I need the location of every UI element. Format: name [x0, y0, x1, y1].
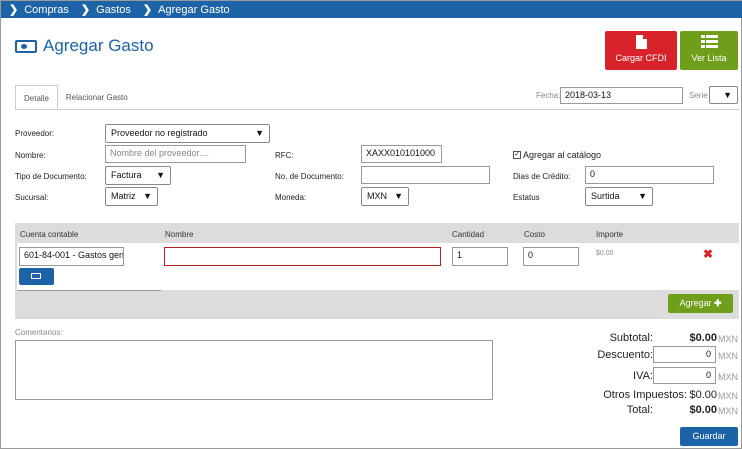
tipo-documento-label: Tipo de Documento: [15, 172, 87, 181]
catalog-lookup-button[interactable] [19, 268, 54, 285]
descuento-label: Descuento: [597, 349, 653, 361]
list-icon [700, 35, 718, 48]
caret-down-icon: ▼ [143, 191, 152, 201]
item-nombre-input[interactable] [164, 247, 441, 266]
descuento-input[interactable]: 0 [653, 346, 716, 363]
agregar-catalogo-checkbox[interactable]: ✓ [513, 151, 521, 159]
estatus-value: Surtida [591, 191, 620, 201]
ver-lista-label: Ver Lista [691, 53, 727, 63]
proveedor-value: Proveedor no registrado [111, 128, 208, 138]
otros-impuestos-label: Otros Impuestos: [603, 389, 687, 401]
agregar-button[interactable]: Agregar ✚ [668, 294, 733, 313]
moneda-select[interactable]: MXN ▼ [361, 187, 409, 206]
otros-impuestos-value: $0.00 [689, 389, 717, 401]
total-value: $0.00 [689, 404, 717, 416]
money-icon [15, 39, 37, 53]
col-header-cantidad: Cantidad [452, 230, 485, 239]
dias-credito-input[interactable]: 0 [585, 166, 714, 184]
rfc-input[interactable]: XAXX010101000 [361, 145, 442, 163]
guardar-button[interactable]: Guardar [680, 427, 738, 446]
breadcrumb: ❯ Compras ❯ Gastos ❯ Agregar Gasto [1, 1, 742, 18]
agregar-catalogo-label: Agregar al catálogo [523, 150, 602, 160]
proveedor-label: Proveedor: [15, 129, 55, 138]
tipo-documento-select[interactable]: Factura ▼ [105, 166, 171, 185]
iva-currency: MXN [718, 372, 738, 382]
serie-label: Serie [689, 91, 708, 100]
tab-detalle[interactable]: Detalle [15, 85, 58, 110]
moneda-value: MXN [367, 191, 387, 201]
total-currency: MXN [718, 406, 738, 416]
plus-icon: ✚ [714, 298, 722, 308]
caret-down-icon: ▼ [723, 90, 732, 100]
no-documento-label: No. de Documento: [275, 172, 344, 181]
chevron-right-icon: ❯ [80, 4, 91, 16]
costo-input[interactable]: 0 [523, 247, 579, 266]
tab-relacionar-gasto[interactable]: Relacionar Gasto [58, 85, 136, 110]
cargar-cfdi-button[interactable]: Cargar CFDI [605, 31, 677, 70]
sucursal-value: Matriz [111, 191, 136, 201]
window-frame: ❯ Compras ❯ Gastos ❯ Agregar Gasto Agreg… [0, 0, 742, 449]
descuento-currency: MXN [718, 351, 738, 361]
cantidad-input[interactable]: 1 [452, 247, 508, 266]
iva-label: IVA: [633, 370, 653, 382]
nombre-label: Nombre: [15, 151, 46, 160]
tipo-documento-value: Factura [111, 170, 142, 180]
breadcrumb-agregar-gasto: Agregar Gasto [158, 3, 230, 16]
chevron-right-icon: ❯ [9, 4, 19, 16]
sucursal-label: Sucursal: [15, 193, 49, 202]
caret-down-icon: ▼ [638, 191, 647, 201]
caret-down-icon: ▼ [156, 170, 165, 180]
otros-impuestos-currency: MXN [718, 391, 738, 401]
moneda-label: Moneda: [275, 193, 307, 202]
importe-value: $0.00 [596, 250, 614, 257]
breadcrumb-gastos[interactable]: Gastos [96, 4, 131, 16]
tab-divider [15, 109, 739, 110]
page-title: Agregar Gasto [15, 36, 154, 56]
estatus-select[interactable]: Surtida ▼ [585, 187, 653, 206]
fecha-label: Fecha: [536, 91, 561, 100]
proveedor-select[interactable]: Proveedor no registrado ▼ [105, 124, 270, 143]
row-divider [17, 290, 161, 291]
caret-down-icon: ▼ [255, 128, 264, 138]
subtotal-label: Subtotal: [609, 332, 653, 344]
cargar-cfdi-label: Cargar CFDI [615, 53, 667, 63]
subtotal-currency: MXN [718, 334, 738, 344]
fecha-input[interactable]: 2018-03-13 [560, 87, 683, 104]
col-header-cuenta: Cuenta contable [20, 230, 79, 239]
tab-bar: Detalle Relacionar Gasto [15, 85, 136, 110]
breadcrumb-compras[interactable]: Compras [24, 4, 69, 16]
subtotal-value: $0.00 [689, 332, 717, 344]
delete-row-icon[interactable]: ✖ [703, 247, 713, 261]
nombre-input[interactable]: Nombre del proveedor.... [105, 145, 246, 163]
file-icon [635, 35, 647, 49]
cuenta-contable-input[interactable]: 601-84-001 - Gastos generales [19, 247, 124, 266]
total-label: Total: [626, 404, 653, 416]
agregar-label: Agregar [679, 298, 712, 308]
serie-select[interactable]: ▼ [709, 86, 738, 104]
estatus-label: Estatus [513, 193, 540, 202]
col-header-nombre: Nombre [165, 230, 194, 239]
rfc-label: RFC: [275, 151, 294, 160]
card-icon [31, 273, 41, 279]
sucursal-select[interactable]: Matriz ▼ [105, 187, 158, 206]
caret-down-icon: ▼ [394, 191, 403, 201]
col-header-costo: Costo [524, 230, 545, 239]
comentarios-textarea[interactable] [15, 340, 493, 400]
col-header-importe: Importe [596, 230, 624, 239]
iva-input[interactable]: 0 [653, 367, 716, 384]
comentarios-label: Comentarios: [15, 328, 63, 337]
dias-credito-label: Dias de Crédito: [513, 172, 571, 181]
ver-lista-button[interactable]: Ver Lista [680, 31, 738, 70]
page-title-text: Agregar Gasto [43, 36, 154, 55]
no-documento-input[interactable] [361, 166, 490, 184]
chevron-right-icon: ❯ [142, 4, 153, 16]
